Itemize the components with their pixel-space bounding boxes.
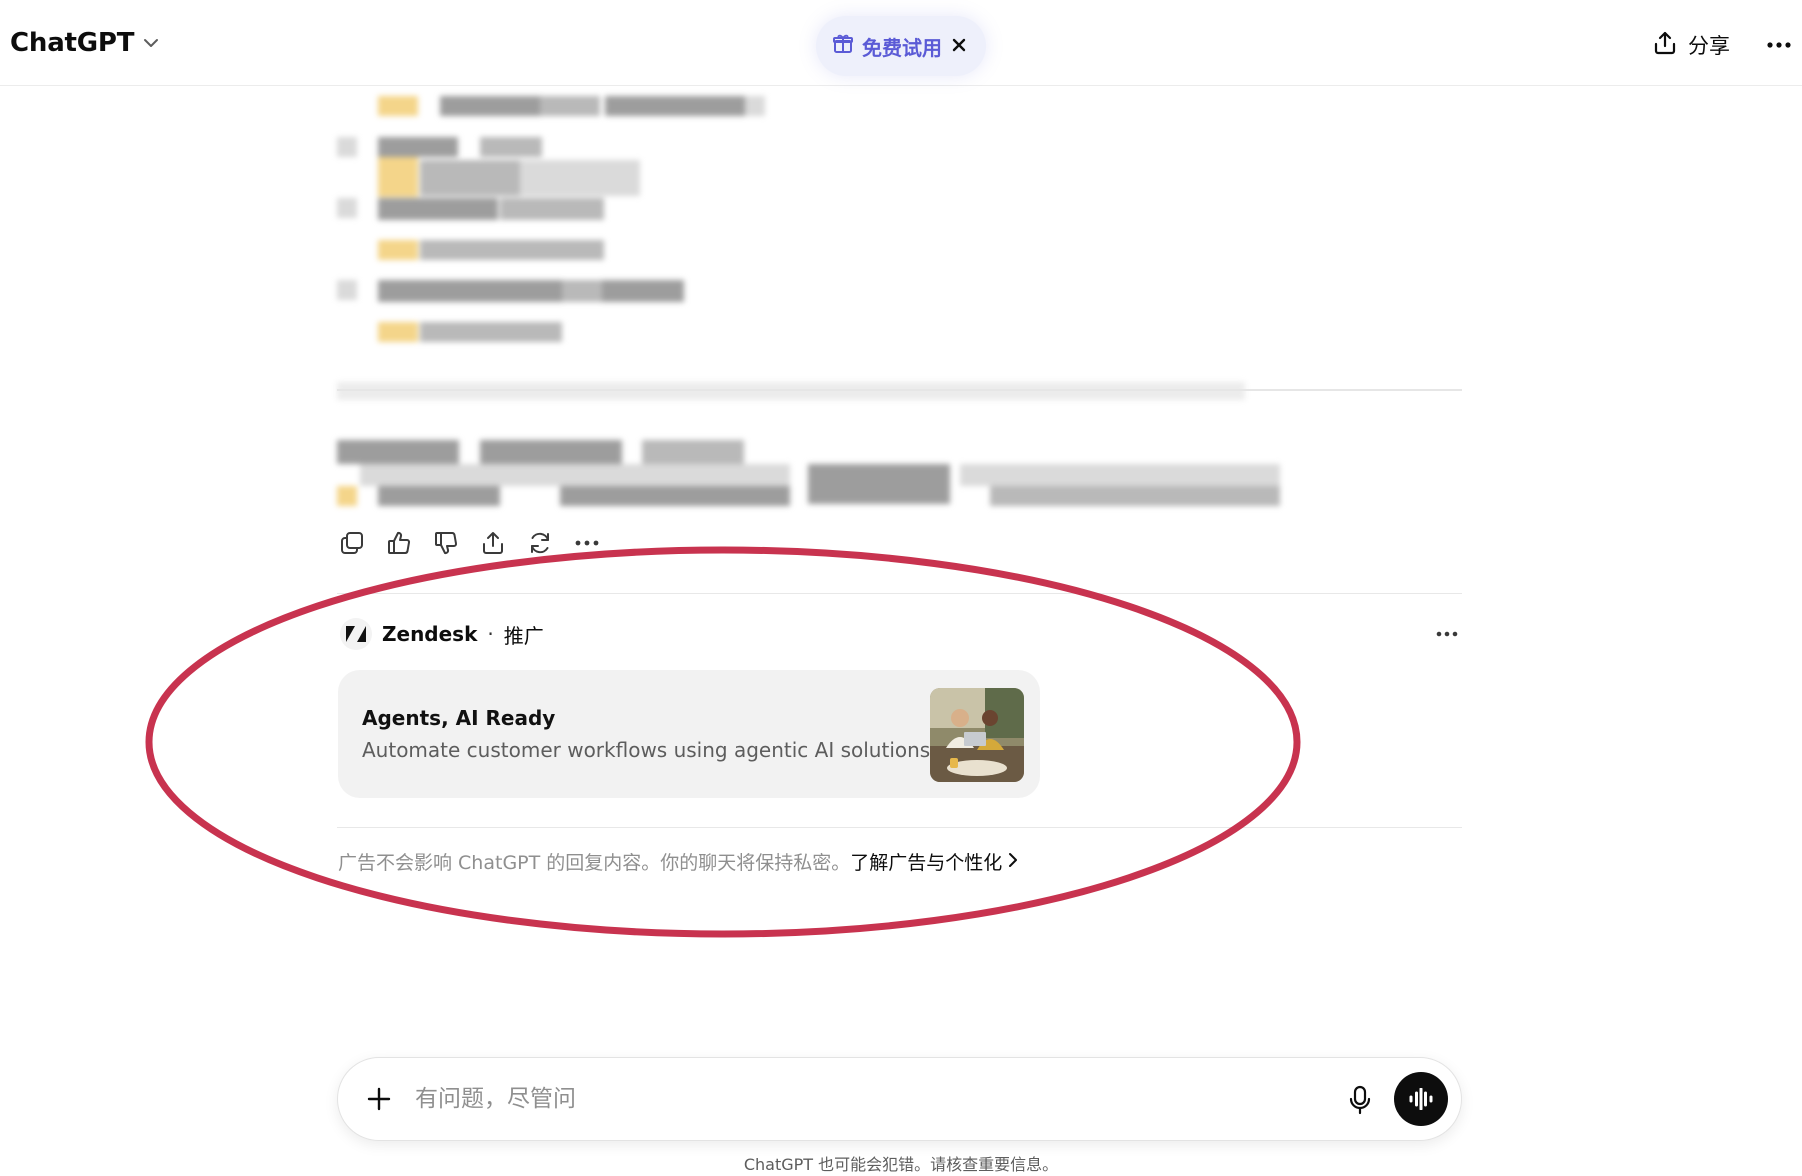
chat-composer bbox=[337, 1057, 1462, 1141]
thumbs-down-icon[interactable] bbox=[431, 528, 460, 557]
chevron-right-icon bbox=[1008, 851, 1018, 873]
ad-thumbnail bbox=[930, 688, 1024, 782]
ad-more-icon[interactable] bbox=[1432, 624, 1462, 644]
microphone-icon[interactable] bbox=[1344, 1082, 1376, 1118]
plus-icon[interactable] bbox=[364, 1084, 394, 1114]
ad-learn-more-link[interactable]: 了解广告与个性化 bbox=[850, 848, 1018, 875]
content-separator bbox=[337, 389, 1462, 391]
prompt-input[interactable] bbox=[415, 1076, 1315, 1122]
ad-note-text: 广告不会影响 ChatGPT 的回复内容。你的聊天将保持私密。 bbox=[338, 852, 851, 874]
message-actions bbox=[337, 528, 601, 557]
regenerate-icon[interactable] bbox=[525, 528, 554, 557]
ad-privacy-note: 广告不会影响 ChatGPT 的回复内容。你的聊天将保持私密。 了解广告与个性化 bbox=[338, 848, 1018, 875]
ad-brand[interactable]: Zendesk bbox=[382, 622, 477, 646]
ad-bottom-divider bbox=[337, 827, 1462, 828]
ad-card-description: Automate customer workflows using agenti… bbox=[362, 738, 931, 762]
ad-card[interactable]: Agents, AI Ready Automate customer workf… bbox=[338, 670, 1040, 798]
zendesk-logo-icon bbox=[340, 618, 372, 650]
voice-mode-icon[interactable] bbox=[1394, 1072, 1448, 1126]
sponsored-label: 推广 bbox=[503, 623, 544, 648]
share-icon[interactable] bbox=[478, 528, 507, 557]
ad-learn-more-label: 了解广告与个性化 bbox=[850, 852, 1003, 874]
copy-icon[interactable] bbox=[337, 528, 366, 557]
ad-separator: · bbox=[487, 622, 494, 646]
disclaimer-text: ChatGPT 也可能会犯错。请核查重要信息。 bbox=[743, 1155, 1059, 1174]
more-icon[interactable] bbox=[572, 528, 601, 557]
ad-header: Zendesk · 推广 bbox=[340, 618, 544, 650]
redacted-message-content bbox=[0, 0, 1802, 520]
ad-top-divider bbox=[337, 593, 1462, 594]
thumbs-up-icon[interactable] bbox=[384, 528, 413, 557]
ad-card-title: Agents, AI Ready bbox=[362, 706, 556, 730]
